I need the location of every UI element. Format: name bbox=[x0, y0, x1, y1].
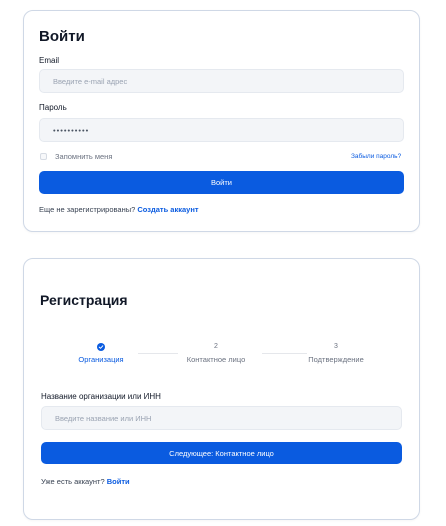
create-account-link[interactable]: Создать аккаунт bbox=[137, 205, 198, 214]
login-prompt-text: Уже есть аккаунт? bbox=[41, 477, 105, 486]
step-3-number: 3 bbox=[334, 343, 338, 350]
remember-label: Запомнить меня bbox=[55, 152, 113, 161]
remember-checkbox[interactable] bbox=[40, 153, 47, 160]
step-2-number: 2 bbox=[214, 343, 218, 350]
step-2-label[interactable]: Контактное лицо bbox=[166, 355, 266, 364]
registration-title: Регистрация bbox=[40, 292, 128, 308]
password-field[interactable]: •••••••••• bbox=[39, 118, 404, 142]
step-1-check-icon bbox=[97, 343, 105, 351]
login-button[interactable]: Войти bbox=[39, 171, 404, 194]
signup-prompt-text: Еще не зарегистрированы? bbox=[39, 205, 136, 214]
password-label: Пароль bbox=[39, 103, 67, 112]
email-field[interactable]: Введите e-mail адрес bbox=[39, 69, 404, 93]
login-prompt: Уже есть аккаунт? Войти bbox=[41, 477, 130, 486]
step-1-label[interactable]: Организация bbox=[51, 355, 151, 364]
step-connector-1 bbox=[138, 353, 178, 354]
next-step-button[interactable]: Следующее: Контактное лицо bbox=[41, 442, 402, 464]
login-title: Войти bbox=[39, 28, 85, 45]
email-label: Email bbox=[39, 56, 60, 65]
signup-prompt: Еще не зарегистрированы? Создать аккаунт bbox=[39, 205, 199, 214]
step-connector-2 bbox=[262, 353, 307, 354]
org-label: Название организации или ИНН bbox=[41, 392, 161, 401]
step-3-label[interactable]: Подтверждение bbox=[286, 355, 386, 364]
login-link[interactable]: Войти bbox=[107, 477, 130, 486]
login-card: Войти Email Введите e-mail адрес Пароль … bbox=[23, 10, 420, 232]
registration-card: Регистрация Организация 2 Контактное лиц… bbox=[23, 258, 420, 520]
org-name-input[interactable]: Введите название или ИНН bbox=[41, 406, 402, 430]
forgot-password-link[interactable]: Забыли пароль? bbox=[351, 153, 401, 160]
